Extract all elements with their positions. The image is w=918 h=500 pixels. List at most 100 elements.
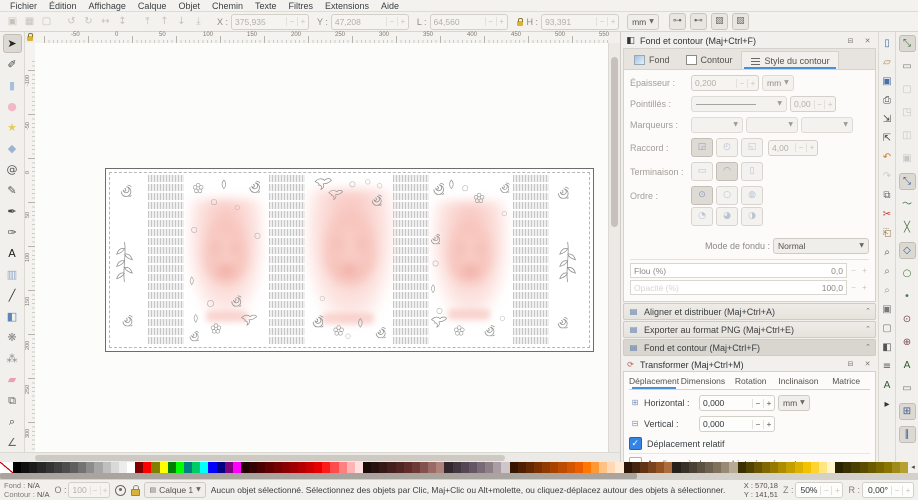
color-swatch[interactable] (558, 462, 566, 473)
color-swatch[interactable] (265, 462, 273, 473)
dock-minimize-icon[interactable]: ⊟ (844, 358, 857, 371)
color-swatch[interactable] (518, 462, 526, 473)
scale-stroke-toggle-icon[interactable]: ⊶ (669, 13, 686, 30)
y-input[interactable]: 47,208−+ (331, 14, 409, 30)
vertical-scrollbar[interactable] (608, 43, 620, 452)
layer-lock-icon[interactable] (131, 485, 139, 495)
menu-item[interactable]: Extensions (319, 1, 375, 11)
color-swatch[interactable] (705, 462, 713, 473)
menu-item[interactable]: Édition (43, 1, 83, 11)
open-folder-icon[interactable]: ▱ (880, 53, 895, 72)
select-all-icon[interactable]: ▣ (6, 15, 19, 28)
color-swatch[interactable] (404, 462, 412, 473)
print-icon[interactable]: ⎙ (880, 91, 895, 110)
color-swatch[interactable] (135, 462, 143, 473)
tool-tweak[interactable]: ❋ (3, 328, 22, 347)
color-swatch[interactable] (420, 462, 428, 473)
color-swatch[interactable] (184, 462, 192, 473)
snap-midpoint-icon[interactable]: • (899, 288, 916, 305)
flip-horizontal-icon[interactable]: ↔ (99, 15, 112, 28)
dash-offset-input[interactable]: 0,00−+ (790, 96, 836, 112)
width-input[interactable]: 64,560−+ (430, 14, 508, 30)
scale-corners-toggle-icon[interactable]: ⊷ (690, 13, 707, 30)
color-swatch[interactable] (607, 462, 615, 473)
join-round-icon[interactable]: ◴ (716, 138, 738, 157)
snap-text-baseline-icon[interactable]: A (899, 357, 916, 374)
paint-order-fms-icon[interactable]: ◍ (741, 186, 763, 205)
color-swatch[interactable] (21, 462, 29, 473)
color-swatch[interactable] (200, 462, 208, 473)
select-all-layers-icon[interactable]: ▦ (23, 15, 36, 28)
tool-ellipse[interactable]: ● (3, 97, 22, 116)
checkbox[interactable] (629, 437, 642, 450)
color-swatch[interactable] (721, 462, 729, 473)
color-swatch[interactable] (160, 462, 168, 473)
scrollbar-thumb[interactable] (611, 57, 618, 227)
flip-vertical-icon[interactable]: ↕ (116, 15, 129, 28)
layer-dropdown[interactable]: ▤Calque 1▼ (144, 482, 205, 498)
raise-icon[interactable]: ↑ (158, 15, 171, 28)
zoom-selection-icon[interactable]: ⌕ (880, 243, 895, 262)
snap-bbox-midpoint-icon[interactable]: ◫ (899, 127, 916, 144)
color-swatch[interactable] (428, 462, 436, 473)
rotation-input[interactable]: 0,00°−+ (862, 482, 914, 498)
color-swatch[interactable] (314, 462, 322, 473)
snap-nodes-icon[interactable]: ⤡ (899, 173, 916, 190)
color-swatch[interactable] (233, 462, 241, 473)
color-swatch[interactable] (485, 462, 493, 473)
scale-gradient-toggle-icon[interactable]: ▧ (711, 13, 728, 30)
color-swatch[interactable] (119, 462, 127, 473)
color-swatch[interactable] (78, 462, 86, 473)
lower-icon[interactable]: ↓ (175, 15, 188, 28)
blur-slider[interactable]: Flou (%)0,0 (630, 263, 847, 278)
color-swatch[interactable] (469, 462, 477, 473)
menu-item[interactable]: Affichage (83, 1, 132, 11)
import-icon[interactable]: ⇲ (880, 110, 895, 129)
tool-gradient[interactable]: ▥ (3, 265, 22, 284)
color-swatch[interactable] (151, 462, 159, 473)
color-swatch[interactable] (738, 462, 746, 473)
color-swatch[interactable] (550, 462, 558, 473)
color-swatch[interactable] (656, 462, 664, 473)
marker-start-dropdown[interactable]: ▼ (691, 117, 743, 133)
color-swatch[interactable] (786, 462, 794, 473)
join-bevel-icon[interactable]: ◱ (741, 138, 763, 157)
color-swatch[interactable] (94, 462, 102, 473)
export-png-icon[interactable]: ⇱ (880, 129, 895, 148)
dock-minimize-icon[interactable]: ⊟ (844, 35, 857, 48)
tool-calligraphy[interactable]: ✑ (3, 223, 22, 242)
color-swatch[interactable] (453, 462, 461, 473)
snap-page-border-icon[interactable]: ▭ (899, 380, 916, 397)
tab-fond[interactable]: Fond (626, 51, 678, 69)
raise-to-top-icon[interactable]: ⤒ (141, 15, 154, 28)
dock-header[interactable]: ▤ Aligner et distribuer (Maj+Ctrl+A) ⌃ (623, 303, 876, 320)
color-swatch[interactable] (542, 462, 550, 473)
color-swatch[interactable] (330, 462, 338, 473)
layer-visibility-icon[interactable] (115, 485, 126, 496)
color-swatch[interactable] (290, 462, 298, 473)
tool-pencil[interactable]: ✎ (3, 181, 22, 200)
color-swatch[interactable] (143, 462, 151, 473)
transform-tab[interactable]: Matrice (822, 372, 870, 389)
transform-tab[interactable]: Inclinaison (775, 372, 823, 389)
color-swatch[interactable] (249, 462, 257, 473)
color-swatch[interactable] (827, 462, 835, 473)
scale-pattern-toggle-icon[interactable]: ▨ (732, 13, 749, 30)
color-swatch[interactable] (347, 462, 355, 473)
unit-dropdown[interactable]: mm▼ (627, 14, 659, 30)
tool-eraser[interactable]: ▰ (3, 370, 22, 389)
color-swatch[interactable] (29, 462, 37, 473)
tool-select[interactable]: ➤ (3, 34, 22, 53)
color-swatch[interactable] (860, 462, 868, 473)
x-input[interactable]: 375,935−+ (231, 14, 309, 30)
color-swatch[interactable] (355, 462, 363, 473)
cut-icon[interactable]: ✂ (880, 205, 895, 224)
color-swatch[interactable] (510, 462, 518, 473)
color-swatch[interactable] (62, 462, 70, 473)
thickness-input[interactable]: 0,200−+ (691, 75, 759, 91)
tool-connector[interactable]: ⧉ (3, 391, 22, 410)
dialog-title-bar[interactable]: ◧ Fond et contour (Maj+Ctrl+F) ⊟ ✕ (623, 34, 876, 48)
paint-order-smf-icon[interactable]: ◕ (716, 207, 738, 226)
miter-limit-input[interactable]: 4,00−+ (768, 140, 818, 156)
color-swatch[interactable] (819, 462, 827, 473)
